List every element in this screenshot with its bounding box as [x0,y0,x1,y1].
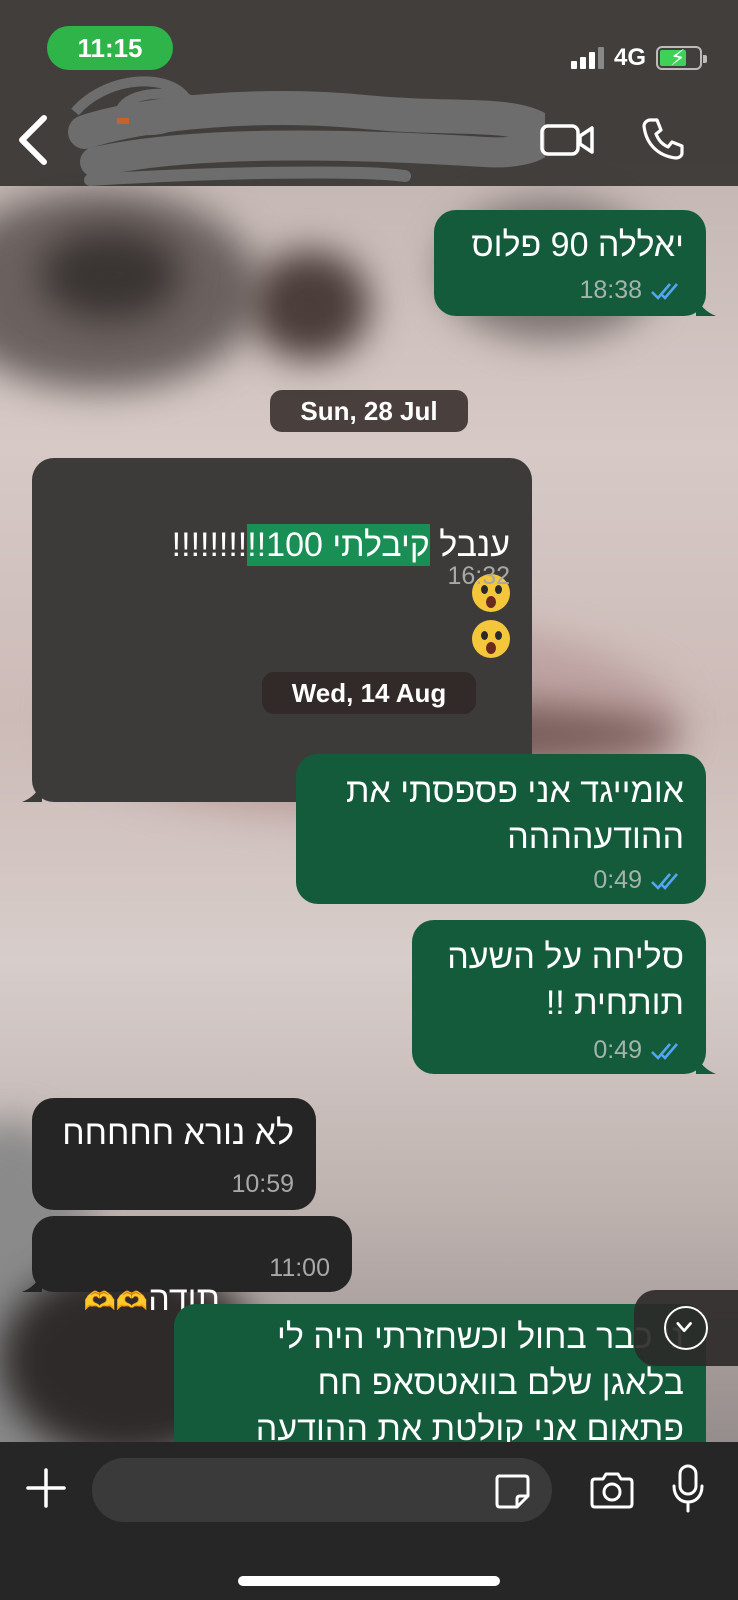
scream-emoji-icon [472,620,510,659]
heart-hands-emoji-icon: 🫶🫶 [83,1286,149,1317]
message-text: סליחה על השעה תותחית !! [447,938,684,1022]
chat-header: 11:15 4G ⚡ [0,0,738,186]
message-incoming[interactable]: תודה🫶🫶 11:00 [22,1216,352,1318]
sticker-icon[interactable] [493,1472,531,1510]
message-meta: 18:38 [579,276,684,305]
message-text: יאללה 90 פלוס [471,226,684,264]
read-receipt-icon [651,1042,678,1060]
message-text: ני כבר בחול וכשחזרתי היה לי בלאגן שלם בו… [255,1318,684,1442]
contact-name-redacted[interactable] [65,72,545,190]
message-outgoing[interactable]: ני כבר בחול וכשחזרתי היה לי בלאגן שלם בו… [174,1304,706,1442]
message-outgoing[interactable]: אומייגד אני פספסתי את ההודעהההה 0:49 [296,754,706,904]
message-outgoing[interactable]: סליחה על השעה תותחית !! 0:49 [412,920,716,1074]
bubble-tail [22,1272,42,1292]
message-time: 0:49 [593,866,642,894]
message-text: ענבל קיבלתי 100!!!!!!!!!! [52,476,510,798]
network-label: 4G [613,44,646,71]
read-receipt-icon [651,872,678,890]
camera-icon[interactable] [588,1470,636,1510]
message-text: אומייגד אני פספסתי את ההודעהההה [345,772,684,856]
message-incoming[interactable]: לא נורא חחחחח 10:59 [32,1098,316,1210]
message-text-end: !!!!!!!! [171,526,248,564]
message-text-start: ענבל [429,526,510,564]
message-outgoing[interactable]: יאללה 90 פלוס 18:38 [434,210,716,316]
chevron-down-icon [664,1306,708,1350]
signal-icon [570,47,604,69]
microphone-icon[interactable] [670,1464,706,1514]
message-time: 16:32 [447,562,510,590]
video-call-icon[interactable] [540,120,596,160]
bubble-tail [696,1054,716,1074]
battery-icon: ⚡ [656,45,707,70]
message-meta: 0:49 [593,866,684,895]
plus-icon[interactable] [24,1466,68,1510]
message-composer [0,1442,738,1600]
message-text: לא נורא חחחחח [62,1114,294,1152]
back-chevron-icon[interactable] [14,112,54,168]
home-indicator [238,1576,500,1586]
message-time: 18:38 [579,276,642,304]
read-receipt-icon [651,282,678,300]
message-time: 11:00 [269,1254,330,1282]
date-separator: Wed, 14 Aug [262,672,476,714]
message-meta: 16:32 [447,562,510,591]
message-time: 0:49 [593,1036,642,1064]
message-meta: 10:59 [231,1170,294,1199]
status-time: 11:15 [47,26,173,70]
bubble-tail [22,782,42,802]
message-input[interactable] [92,1458,552,1522]
scroll-to-bottom-button[interactable] [634,1290,738,1366]
message-list[interactable]: יאללה 90 פלוס 18:38 Sun, 28 Jul ענבל קיב… [0,186,738,1442]
message-incoming[interactable]: ענבל קיבלתי 100!!!!!!!!!! 16:32 [22,458,532,802]
highlighted-text: קיבלתי 100!! [247,524,430,566]
message-meta: 0:49 [593,1036,684,1065]
status-indicators: 4G ⚡ [570,44,707,72]
phone-call-icon[interactable] [640,116,686,162]
message-meta: 11:00 [269,1254,330,1283]
bubble-tail [696,296,716,316]
message-time: 10:59 [231,1170,294,1198]
date-separator: Sun, 28 Jul [270,390,468,432]
